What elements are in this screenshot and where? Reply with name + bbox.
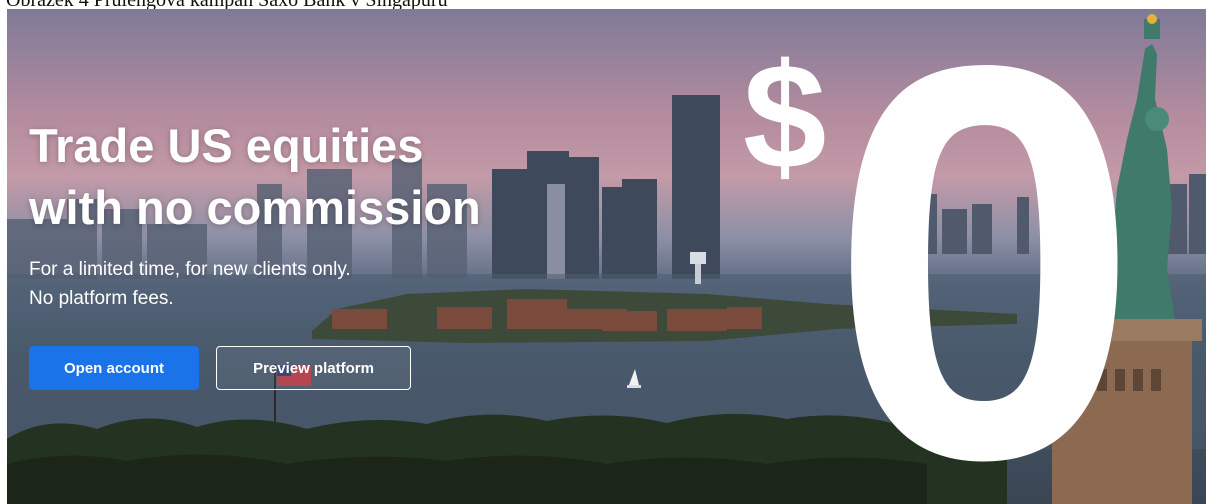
price-currency-symbol: $ — [743, 32, 827, 200]
offer-line-2: No platform fees. — [29, 288, 174, 309]
offer-line-1: For a limited time, for new clients only… — [29, 259, 351, 280]
headline-line-2: with no commission — [29, 181, 481, 234]
preview-platform-button[interactable]: Preview platform — [216, 346, 411, 390]
headline-line-1: Trade US equities — [29, 119, 424, 172]
headline: Trade US equities with no commission — [29, 115, 481, 239]
price-value: 0 — [829, 9, 1140, 504]
hero-banner: Trade US equities with no commission For… — [7, 9, 1206, 504]
open-account-button[interactable]: Open account — [29, 346, 199, 390]
offer-description: For a limited time, for new clients only… — [29, 255, 351, 313]
